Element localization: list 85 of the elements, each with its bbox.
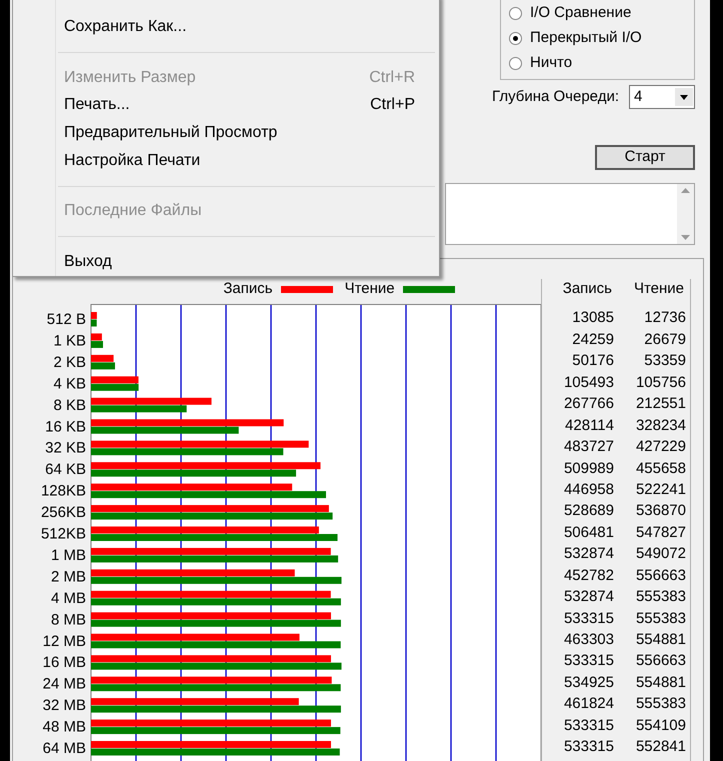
table-cell-text: 554881	[634, 630, 686, 650]
table-cell-text: 554881	[634, 672, 686, 693]
radio-button[interactable]	[509, 57, 522, 70]
table-cell-text: 555383	[634, 587, 686, 608]
scroll-down-icon	[681, 235, 690, 240]
axis-label: 32 KB	[45, 440, 86, 457]
radio-button[interactable]	[509, 32, 522, 45]
table-cell-text: 528689	[562, 501, 614, 522]
axis-label: 12 MB	[42, 632, 86, 650]
table-cell-text: 212551	[634, 394, 686, 414]
axis-label: 2 MB	[50, 568, 86, 586]
table-cell-text: 428114	[564, 416, 614, 436]
table-cell-text: 105493	[562, 372, 614, 393]
menu-item[interactable]: Печать... Ctrl+P	[56, 91, 435, 120]
table-cell-text: 452782	[562, 566, 614, 586]
table-cell-text: 455658	[634, 458, 686, 479]
table-cell-text: 509989	[562, 458, 614, 479]
column-header: Чтение	[632, 278, 685, 299]
axis-label: 64 MB	[42, 740, 86, 757]
table-cell-text: 50176	[571, 351, 614, 372]
radio-option[interactable]: Ничто	[509, 51, 694, 76]
legend-label: Чтение	[344, 278, 395, 299]
axis-label: 256KB	[40, 504, 86, 522]
table-cell-text: 549072	[634, 544, 686, 564]
table-cell-text: 533315	[562, 716, 614, 736]
axis-label: 1 KB	[53, 332, 86, 350]
table-cell-text: 532874	[562, 587, 614, 608]
axis-label: 4 KB	[53, 375, 86, 392]
table-cell-text: 533315	[562, 651, 614, 672]
axis-label: 2 KB	[53, 354, 86, 371]
table-cell-text: 556663	[634, 566, 686, 586]
table-cell-text: 461824	[562, 694, 614, 714]
table-cell-text: 53359	[643, 351, 686, 372]
table-cell-text: 547827	[634, 522, 686, 543]
menu-item[interactable]: Настройка Печати	[56, 146, 435, 175]
legend-label: Запись	[223, 278, 273, 299]
axis-label: 512KB	[40, 526, 86, 542]
axis-label: 24 MB	[42, 676, 86, 693]
axis-label: 8 KB	[53, 396, 86, 414]
start-button[interactable]: Старт	[595, 145, 695, 170]
table-cell-text: 26679	[643, 330, 686, 350]
table-cell-text: 463303	[562, 630, 614, 650]
table-cell-text: 12736	[643, 308, 686, 328]
table-cell-text: 427229	[634, 437, 686, 458]
table-cell-text: 533315	[562, 737, 614, 758]
axis-label: 16 KB	[45, 418, 86, 436]
table-cell-text: 533315	[562, 608, 614, 629]
table-cell-text: 13085	[571, 308, 614, 328]
axis-label: 128KB	[40, 482, 86, 500]
table-cell-text: 534925	[562, 672, 614, 693]
table-cell-text: 522241	[634, 480, 686, 500]
log-box[interactable]	[445, 183, 695, 245]
table-cell-text: 105756	[634, 372, 686, 393]
table-cell-text: 555383	[634, 694, 686, 714]
table-cell-text: 483727	[562, 437, 614, 458]
menu-item[interactable]: Предварительный Просмотр	[56, 119, 435, 147]
radio-option[interactable]: Перекрытый I/O	[509, 26, 694, 51]
table-cell-text: 554109	[634, 716, 686, 736]
queue-depth-label: Глубина Очереди:	[492, 86, 619, 107]
table-cell-text: 267766	[562, 394, 614, 414]
radio-button[interactable]	[509, 7, 522, 20]
table-cell-text: 24259	[571, 330, 614, 350]
table-cell-text: 328234	[634, 416, 686, 436]
axis-label: 4 MB	[50, 590, 86, 607]
column-header: Запись	[562, 278, 613, 299]
scrollbar[interactable]	[677, 184, 694, 244]
table-cell-text: 552841	[634, 737, 686, 758]
axis-label: 512 B	[46, 311, 86, 328]
axis-label: 64 KB	[45, 461, 86, 478]
table-cell-text: 536870	[634, 501, 686, 522]
menu-item[interactable]: Выход	[56, 248, 435, 276]
axis-label: 1 MB	[50, 546, 86, 564]
axis-label: 32 MB	[42, 697, 86, 714]
queue-depth-dropdown[interactable]: 4	[629, 85, 695, 109]
axis-label: 16 MB	[42, 654, 86, 672]
table-cell-text: 506481	[562, 522, 614, 543]
axis-label: 48 MB	[42, 718, 86, 736]
table-cell-text: 532874	[562, 544, 614, 564]
axis-label: 8 MB	[50, 611, 86, 628]
table-cell-text: 555383	[634, 608, 686, 629]
radio-option[interactable]: I/O Сравнение	[509, 1, 694, 26]
table-cell-text: 556663	[634, 651, 686, 672]
scroll-up-icon	[681, 188, 690, 193]
menu-item[interactable]: Сохранить Как...	[56, 13, 435, 41]
table-cell-text: 446958	[562, 480, 614, 500]
